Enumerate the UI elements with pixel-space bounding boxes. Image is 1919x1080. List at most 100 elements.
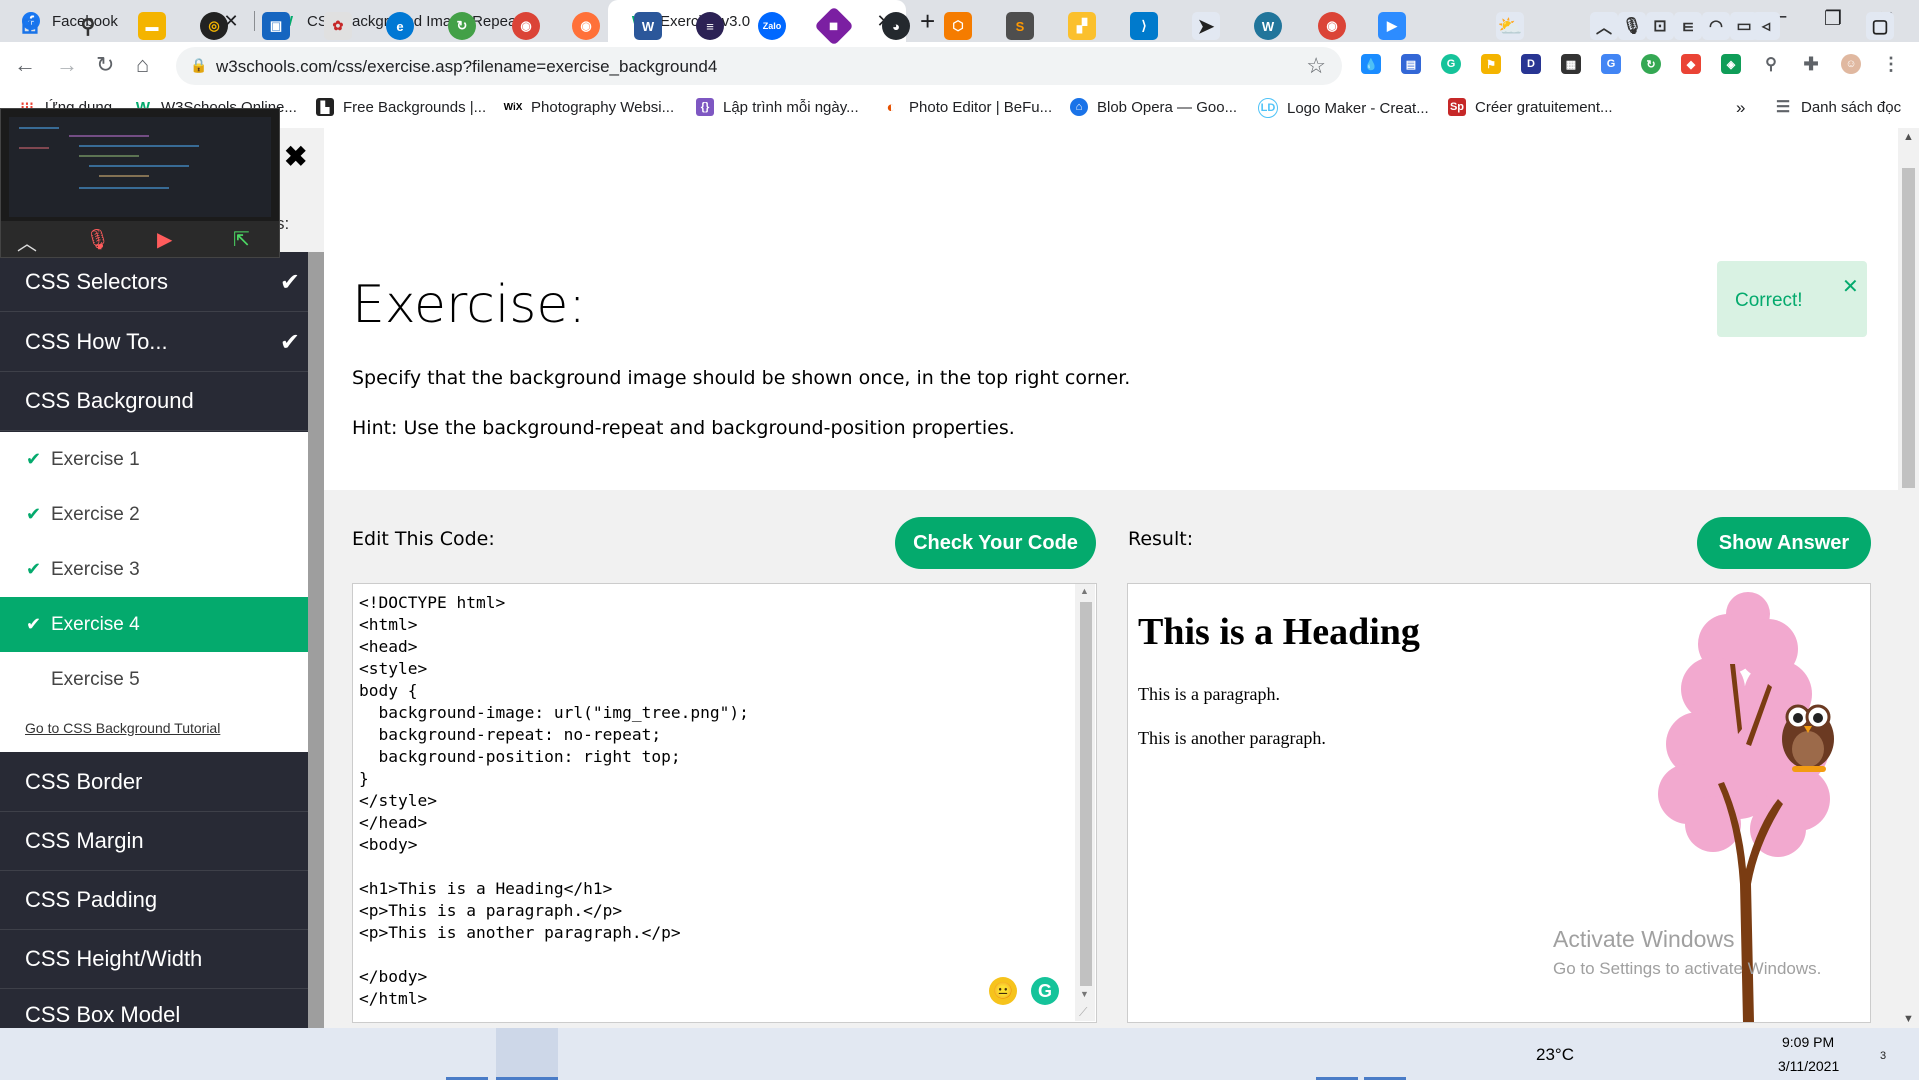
extension-icon[interactable]: ⚑ — [1481, 54, 1501, 74]
chevron-up-icon[interactable]: ︿ — [1590, 12, 1618, 40]
clock-date[interactable]: 3/11/2021 — [1778, 1058, 1839, 1074]
extension-icon[interactable]: ▤ — [1401, 54, 1421, 74]
sidebar-item-css-height-width[interactable]: CSS Height/Width — [0, 930, 308, 989]
new-tab-button[interactable]: + — [920, 6, 935, 37]
maximize-button[interactable]: ❐ — [1824, 6, 1842, 31]
eclipse-icon[interactable]: ≡ — [696, 12, 724, 40]
sidebar-item-css-box-model[interactable]: CSS Box Model — [0, 989, 308, 1029]
cursor-app-icon[interactable]: ➤ — [1192, 12, 1220, 40]
extension-icon[interactable]: ▦ — [1561, 54, 1581, 74]
vscode-icon[interactable]: ⟩ — [1130, 12, 1158, 40]
wordpress-icon[interactable]: W — [1254, 12, 1282, 40]
video-off-icon[interactable]: ▶ — [157, 227, 172, 252]
css-background-tutorial-link[interactable]: Go to CSS Background Tutorial — [25, 720, 220, 736]
sidebar-item-css-margin[interactable]: CSS Margin — [0, 812, 308, 871]
clock-time[interactable]: 9:09 PM — [1782, 1034, 1834, 1050]
forward-icon[interactable]: → — [56, 52, 78, 78]
file-explorer-icon[interactable]: ▬ — [138, 12, 166, 40]
bookmark-lap-trinh[interactable]: {} Lập trình mỗi ngày... — [696, 98, 859, 116]
grammarly-extension-icon[interactable]: G — [1441, 54, 1461, 74]
app-icon[interactable]: ◎ — [200, 12, 228, 40]
edge-icon[interactable]: e — [386, 12, 414, 40]
code-editor[interactable]: <!DOCTYPE html> <html> <head> <style> bo… — [352, 583, 1097, 1023]
show-answer-button[interactable]: Show Answer — [1697, 517, 1871, 569]
microphone-icon[interactable]: 🎙 — [1618, 12, 1646, 40]
url-text[interactable]: w3schools.com/css/exercise.asp?filename=… — [216, 57, 717, 77]
search-icon[interactable]: ⚲ — [74, 12, 102, 40]
windows-start-icon[interactable]: ⊞ — [16, 12, 44, 40]
reload-icon[interactable]: ↻ — [96, 52, 114, 78]
code-textarea[interactable]: <!DOCTYPE html> <html> <head> <style> bo… — [359, 592, 749, 1010]
home-icon[interactable]: ⌂ — [136, 52, 149, 78]
weather-icon[interactable]: ⛅ — [1496, 12, 1524, 40]
sidebar-item-css-background[interactable]: CSS Background — [0, 372, 308, 431]
bookmark-photo-editor[interactable]: ◐ Photo Editor | BeFu... — [882, 98, 1052, 116]
bookmark-free-backgrounds[interactable]: ▙ Free Backgrounds |... — [316, 98, 486, 116]
sidebar-item-exercise-5[interactable]: Exercise 5 — [0, 652, 308, 707]
translate-extension-icon[interactable]: G — [1601, 54, 1621, 74]
chevron-up-icon[interactable]: ︿ — [17, 227, 37, 256]
app-icon[interactable]: ↻ — [448, 12, 476, 40]
scroll-up-icon[interactable]: ▲ — [1080, 586, 1089, 596]
extensions-puzzle-icon[interactable]: ✚ — [1801, 54, 1821, 74]
temperature[interactable]: 23°C — [1536, 1045, 1574, 1065]
close-sidebar-icon[interactable]: ✖ — [284, 140, 307, 173]
emoji-icon[interactable]: 😐 — [989, 977, 1017, 1005]
extension-icon[interactable]: ◈ — [1721, 54, 1741, 74]
mic-muted-icon[interactable]: 🎙 — [85, 227, 110, 252]
word-icon[interactable]: W — [634, 12, 662, 40]
share-screen-icon[interactable]: ⇱ — [233, 227, 250, 252]
sidebar-scrollbar[interactable] — [308, 128, 324, 1028]
extension-icon[interactable]: ⚲ — [1761, 54, 1781, 74]
extension-icon[interactable]: ◆ — [1681, 54, 1701, 74]
reading-list[interactable]: ☰ Danh sách đọc — [1774, 98, 1901, 117]
page-scrollbar-thumb[interactable] — [1902, 168, 1915, 488]
menu-icon[interactable]: ⋮ — [1881, 54, 1901, 74]
sidebar-item-css-how-to[interactable]: CSS How To... ✔ — [0, 313, 308, 372]
close-notification-icon[interactable]: ✕ — [1842, 274, 1859, 299]
video-call-overlay[interactable]: ︿ 🎙 ▶ ⇱ — [0, 108, 280, 258]
bookmark-star-icon[interactable]: ☆ — [1306, 53, 1326, 79]
grammarly-icon[interactable]: G — [1031, 977, 1059, 1005]
sidebar-item-exercise-1[interactable]: ✔ Exercise 1 — [0, 432, 308, 487]
language-icon[interactable]: ㅌ — [1674, 12, 1702, 40]
more-bookmarks-icon[interactable]: » — [1736, 98, 1745, 118]
sidebar-item-css-selectors[interactable]: CSS Selectors ✔ — [0, 253, 308, 312]
sidebar-item-exercise-2[interactable]: ✔ Exercise 2 — [0, 487, 308, 542]
chrome-icon[interactable]: ◉ — [512, 12, 540, 40]
app-icon[interactable]: ▣ — [262, 12, 290, 40]
address-bar[interactable]: 🔒 w3schools.com/css/exercise.asp?filenam… — [176, 47, 1342, 85]
sidebar-item-exercise-4[interactable]: ✔ Exercise 4 — [0, 597, 308, 652]
wifi-icon[interactable]: ◠ — [1702, 12, 1730, 40]
bookmark-blob-opera[interactable]: ⌂ Blob Opera — Goo... — [1070, 98, 1237, 116]
sidebar-item-css-border[interactable]: CSS Border — [0, 753, 308, 812]
app-icon[interactable]: ▞ — [1068, 12, 1096, 40]
github-icon[interactable]: ◕ — [882, 12, 910, 40]
bookmark-logo-maker[interactable]: LD Logo Maker - Creat... — [1258, 98, 1429, 118]
firefox-icon[interactable]: ◉ — [572, 12, 600, 40]
network-icon[interactable]: ⊡ — [1646, 12, 1674, 40]
editor-scrollbar-thumb[interactable] — [1080, 602, 1092, 986]
sidebar-item-css-padding[interactable]: CSS Padding — [0, 871, 308, 930]
extension-icon[interactable]: 💧 — [1361, 54, 1381, 74]
scroll-up-icon[interactable]: ▲ — [1903, 131, 1914, 143]
app-icon[interactable]: ✿ — [324, 12, 352, 40]
extension-icon[interactable]: D — [1521, 54, 1541, 74]
volume-icon[interactable]: ◃ — [1752, 12, 1780, 40]
lock-icon[interactable]: 🔒 — [190, 57, 207, 74]
back-icon[interactable]: ← — [14, 52, 36, 78]
resize-handle-icon[interactable]: ⟋ — [1079, 1005, 1087, 1020]
chrome-icon[interactable]: ◉ — [1318, 12, 1346, 40]
app-icon[interactable]: ⬡ — [944, 12, 972, 40]
zalo-icon[interactable]: Zalo — [758, 12, 786, 40]
bookmark-creer[interactable]: Sp Créer gratuitement... — [1448, 98, 1613, 116]
sidebar-item-exercise-3[interactable]: ✔ Exercise 3 — [0, 542, 308, 597]
profile-avatar[interactable]: ☺ — [1841, 54, 1861, 74]
bookmark-photography[interactable]: WiX Photography Websi... — [504, 98, 675, 116]
tab-css-background-image-repeat[interactable]: W CSS Background Image Repeat ✕ — [255, 0, 608, 42]
notification-center-icon[interactable]: ▢ — [1866, 12, 1894, 40]
extension-icon[interactable]: ↻ — [1641, 54, 1661, 74]
zoom-icon[interactable]: ▶ — [1378, 12, 1406, 40]
scroll-down-icon[interactable]: ▼ — [1080, 989, 1089, 999]
sublime-text-icon[interactable]: S — [1006, 12, 1034, 40]
